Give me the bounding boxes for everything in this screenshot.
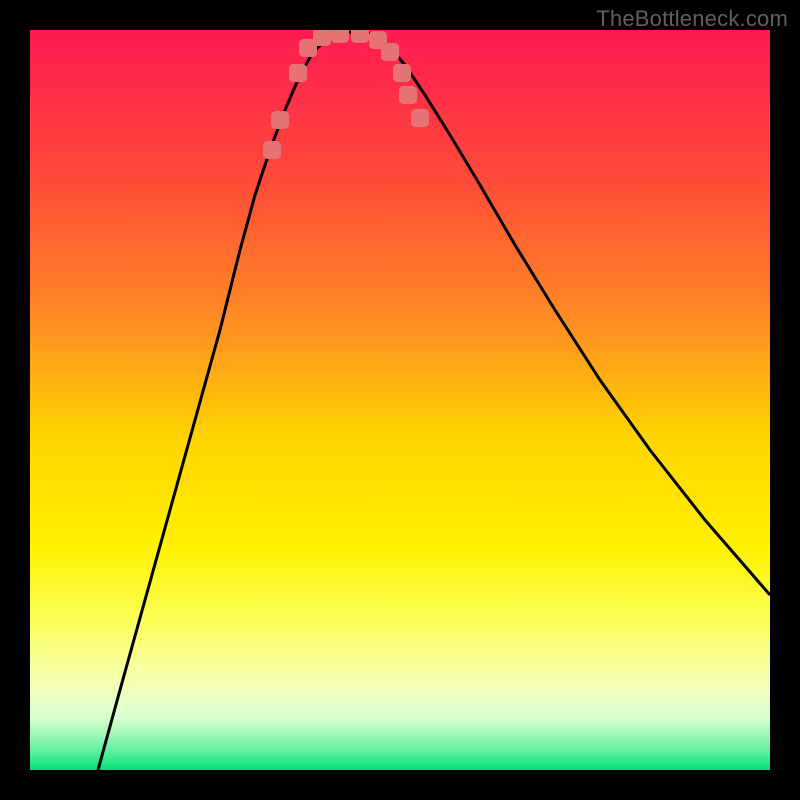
plot-svg bbox=[30, 30, 770, 770]
curve-marker bbox=[381, 43, 399, 61]
chart-frame: TheBottleneck.com bbox=[0, 0, 800, 800]
watermark-text: TheBottleneck.com bbox=[596, 6, 788, 32]
curve-marker bbox=[331, 30, 349, 43]
curve-marker bbox=[399, 86, 417, 104]
curve-marker bbox=[263, 141, 281, 159]
curve-marker bbox=[351, 30, 369, 43]
curve-marker bbox=[393, 64, 411, 82]
curve-marker bbox=[411, 109, 429, 127]
plot-background bbox=[30, 30, 770, 770]
curve-marker bbox=[313, 30, 331, 46]
curve-marker bbox=[289, 64, 307, 82]
curve-marker bbox=[271, 111, 289, 129]
